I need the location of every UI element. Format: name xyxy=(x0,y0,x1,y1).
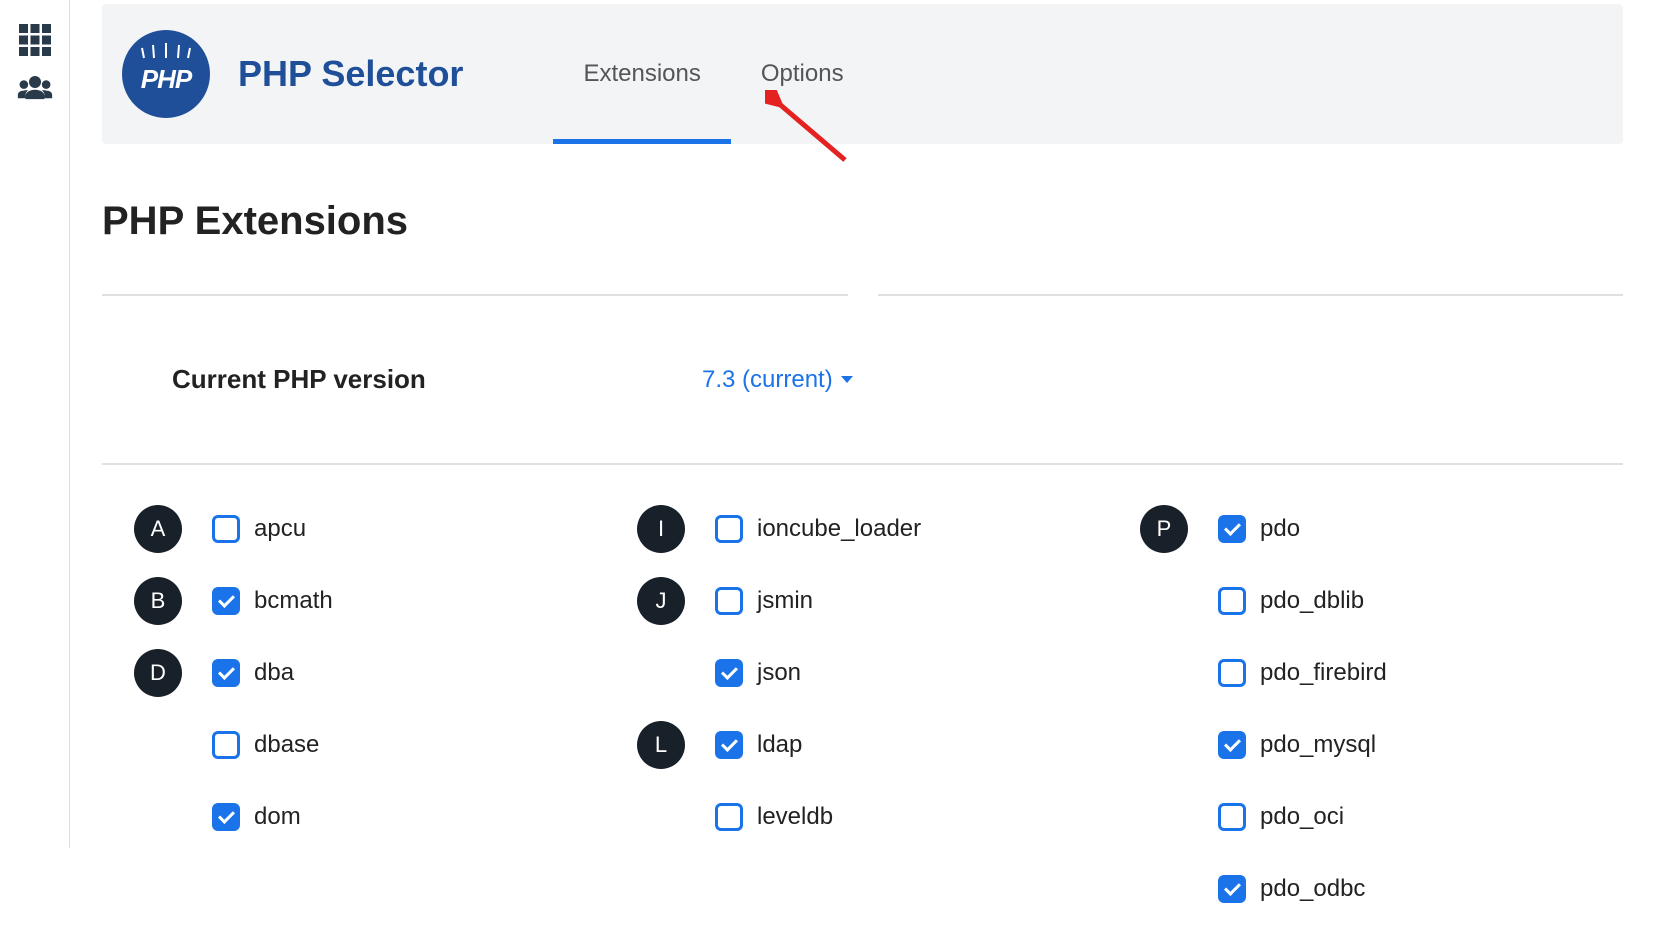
extension-checkbox[interactable] xyxy=(715,731,743,759)
extension-label: json xyxy=(757,659,801,687)
extension-checkbox[interactable] xyxy=(715,803,743,831)
extension-row: pdo_firebird xyxy=(1140,649,1623,697)
extension-checkbox[interactable] xyxy=(1218,515,1246,543)
extension-row: Aapcu xyxy=(134,505,617,553)
main-content: PHP PHP Selector ExtensionsOptions PHP E… xyxy=(70,0,1655,937)
extension-checkbox[interactable] xyxy=(212,731,240,759)
extension-label: dba xyxy=(254,659,294,687)
extension-row: pdo_oci xyxy=(1140,793,1623,841)
extension-checkbox[interactable] xyxy=(1218,731,1246,759)
extension-row: Lldap xyxy=(637,721,1120,769)
php-logo-icon: PHP xyxy=(122,30,210,118)
extension-label: pdo_firebird xyxy=(1260,659,1387,687)
extension-row: Bbcmath xyxy=(134,577,617,625)
extension-label: dbase xyxy=(254,731,319,759)
extension-row: json xyxy=(637,649,1120,697)
php-version-label: Current PHP version xyxy=(172,364,702,395)
extension-label: ioncube_loader xyxy=(757,515,921,543)
extension-checkbox[interactable] xyxy=(1218,803,1246,831)
extension-row: Iioncube_loader xyxy=(637,505,1120,553)
extension-checkbox[interactable] xyxy=(212,587,240,615)
page-title: PHP Selector xyxy=(238,53,463,95)
sidebar xyxy=(0,0,70,848)
page-header: PHP PHP Selector ExtensionsOptions xyxy=(102,4,1623,144)
letter-badge: I xyxy=(637,505,685,553)
extension-row: Jjsmin xyxy=(637,577,1120,625)
extension-label: pdo_oci xyxy=(1260,803,1344,831)
letter-badge: D xyxy=(134,649,182,697)
letter-badge: P xyxy=(1140,505,1188,553)
php-version-dropdown[interactable]: 7.3 (current) xyxy=(702,366,853,394)
letter-badge: A xyxy=(134,505,182,553)
extension-checkbox[interactable] xyxy=(212,515,240,543)
extension-row: leveldb xyxy=(637,793,1120,841)
extension-checkbox[interactable] xyxy=(715,587,743,615)
extension-label: dom xyxy=(254,803,301,831)
extension-checkbox[interactable] xyxy=(212,659,240,687)
extension-label: jsmin xyxy=(757,587,813,615)
extension-checkbox[interactable] xyxy=(1218,875,1246,903)
letter-badge: L xyxy=(637,721,685,769)
letter-badge: J xyxy=(637,577,685,625)
php-logo-text: PHP xyxy=(141,64,191,95)
apps-grid-icon[interactable] xyxy=(17,22,53,58)
extension-checkbox[interactable] xyxy=(1218,659,1246,687)
extension-checkbox[interactable] xyxy=(1218,587,1246,615)
extension-row: pdo_mysql xyxy=(1140,721,1623,769)
php-version-row: Current PHP version 7.3 (current) xyxy=(102,296,1623,463)
letter-badge: B xyxy=(134,577,182,625)
extension-label: bcmath xyxy=(254,587,333,615)
tabs: ExtensionsOptions xyxy=(553,4,873,144)
extension-label: pdo_mysql xyxy=(1260,731,1376,759)
extension-label: apcu xyxy=(254,515,306,543)
section-title: PHP Extensions xyxy=(102,199,1623,244)
users-group-icon[interactable] xyxy=(17,70,53,106)
extension-label: leveldb xyxy=(757,803,833,831)
extension-label: pdo_odbc xyxy=(1260,875,1365,903)
extension-checkbox[interactable] xyxy=(715,659,743,687)
extension-checkbox[interactable] xyxy=(212,803,240,831)
extension-label: pdo_dblib xyxy=(1260,587,1364,615)
php-version-value: 7.3 (current) xyxy=(702,366,833,394)
extension-row: Ddba xyxy=(134,649,617,697)
extension-row: dom xyxy=(134,793,617,841)
extension-row: Ppdo xyxy=(1140,505,1623,553)
extensions-grid: Aapcu Bbcmath Ddba dbase dom Iioncube_loader J… xyxy=(102,465,1623,937)
tab-extensions[interactable]: Extensions xyxy=(553,4,730,144)
extension-row: dbase xyxy=(134,721,617,769)
extension-row: pdo_odbc xyxy=(1140,865,1623,913)
extension-row: pdo_dblib xyxy=(1140,577,1623,625)
extension-label: pdo xyxy=(1260,515,1300,543)
extension-label: ldap xyxy=(757,731,802,759)
tab-options[interactable]: Options xyxy=(731,4,874,144)
caret-down-icon xyxy=(841,376,853,383)
extension-checkbox[interactable] xyxy=(715,515,743,543)
